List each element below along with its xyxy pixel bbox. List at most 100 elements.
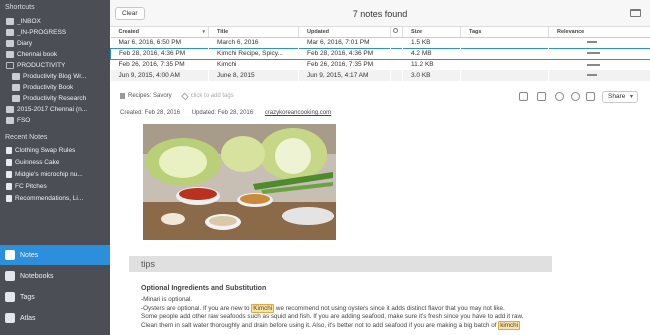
shortcuts-list: _INBOX _IN-PROGRESS Diary Chennai book PRODU…	[0, 16, 110, 126]
note-icon	[6, 194, 12, 202]
shortcut-label: _IN-PROGRESS	[17, 29, 67, 36]
shortcut-item[interactable]: Productivity Book	[0, 82, 110, 93]
cell-tags	[460, 37, 549, 48]
cell-sync	[390, 37, 403, 48]
cell-title: June 8, 2015	[208, 70, 299, 81]
chat-icon[interactable]	[537, 92, 546, 101]
cell-updated: Mar 6, 2016, 7:01 PM	[298, 37, 391, 48]
shortcut-item[interactable]: Diary	[0, 38, 110, 49]
cell-tags	[460, 47, 549, 60]
cell-title: Kimchi	[208, 59, 299, 70]
trash-icon[interactable]	[586, 92, 595, 101]
relevance-bar	[587, 52, 600, 55]
search-highlight: kimchi	[498, 321, 521, 331]
shortcut-item[interactable]: Productivity Research	[0, 93, 110, 104]
shortcut-label: PRODUCTIVITY	[17, 62, 66, 69]
shortcut-label: _INBOX	[17, 18, 41, 25]
nav-tags[interactable]: Tags	[0, 287, 110, 307]
recent-note-item[interactable]: Midgie's microchip nu...	[0, 168, 110, 180]
recent-note-item[interactable]: Clothing Swap Rules	[0, 144, 110, 156]
recent-note-item[interactable]: Recommendations, Li...	[0, 192, 110, 204]
relevance-bar	[587, 74, 597, 77]
column-created[interactable]: Created ▾	[110, 27, 209, 38]
shortcut-item[interactable]: Chennai book	[0, 49, 110, 60]
content-line: -Oysters are optional. If you are new to…	[141, 303, 505, 313]
column-relevance[interactable]: Relevance	[548, 27, 650, 38]
table-row[interactable]: Feb 26, 2016, 7:35 PM Kimchi Feb 26, 2016,…	[110, 59, 650, 70]
shortcuts-heading: Shortcuts	[5, 4, 35, 11]
shortcut-label: Productivity Research	[23, 95, 87, 102]
cell-updated: Jun 9, 2015, 4:17 AM	[298, 70, 391, 81]
view-toggle-icon[interactable]	[630, 9, 641, 17]
table-row[interactable]: Jun 9, 2015, 4:00 AM June 8, 2015 Jun 9, 2…	[110, 70, 650, 81]
notebook-icon	[6, 40, 14, 47]
note-body[interactable]: Optional Ingredients and Substitution -M…	[141, 285, 581, 331]
source-url-link[interactable]: crazykoreancooking.com	[265, 110, 331, 116]
shortcut-item[interactable]: Productivity Blog Wr...	[0, 71, 110, 82]
shortcut-label: Productivity Book	[23, 84, 74, 91]
nav-label: Tags	[20, 293, 35, 301]
nav-notebooks[interactable]: Notebooks	[0, 266, 110, 286]
relevance-bar	[587, 63, 600, 66]
presentation-icon[interactable]	[555, 92, 564, 101]
column-updated[interactable]: Updated	[298, 27, 391, 38]
nav-atlas[interactable]: Atlas	[0, 308, 110, 328]
add-tags-field[interactable]: click to add tags	[191, 93, 234, 99]
shortcut-item[interactable]: _IN-PROGRESS	[0, 27, 110, 38]
nav-notes[interactable]: Notes	[0, 245, 110, 265]
recent-note-item[interactable]: Guinness Cake	[0, 156, 110, 168]
shortcut-label: Diary	[17, 40, 33, 47]
cell-sync	[390, 59, 403, 70]
nav-label: Notes	[20, 251, 39, 259]
shortcut-label: Chennai book	[17, 51, 58, 58]
note-icon	[6, 158, 12, 166]
column-tags[interactable]: Tags	[460, 27, 549, 38]
shortcut-item[interactable]: FSO	[0, 115, 110, 126]
content-line: -Minari is optional.	[141, 295, 193, 303]
note-icon	[6, 146, 12, 154]
column-sync[interactable]	[390, 27, 403, 38]
recent-note-label: Clothing Swap Rules	[15, 146, 76, 154]
column-size[interactable]: Size	[402, 27, 461, 38]
cell-title: Kimchi Recipe, Spicy...	[208, 47, 299, 60]
tag-icon	[180, 92, 189, 100]
shortcut-label: Productivity Blog Wr...	[23, 73, 87, 80]
recent-note-label: Midgie's microchip nu...	[15, 170, 83, 178]
notebook-icon	[6, 117, 14, 124]
share-button[interactable]: Share	[602, 91, 638, 103]
shortcut-item[interactable]: _INBOX	[0, 16, 110, 27]
shortcut-label: 2015-2017 Chennai (n...	[17, 106, 88, 113]
content-line: Clean them in salt water thoroughly and …	[141, 321, 521, 331]
table-row[interactable]: Mar 6, 2016, 6:50 PM March 6, 2016 Mar 6, …	[110, 37, 650, 48]
tag-icon	[5, 292, 15, 302]
nav-label: Atlas	[20, 314, 36, 322]
table-row[interactable]: Feb 28, 2016, 4:36 PM Kimchi Recipe, Spic…	[110, 47, 650, 60]
notebook-icon	[6, 18, 14, 25]
recent-note-label: Recommendations, Li...	[15, 194, 84, 202]
cell-size: 11.2 KB	[402, 59, 461, 70]
shortcut-item[interactable]: PRODUCTIVITY	[0, 60, 110, 71]
reminder-icon[interactable]	[519, 92, 528, 101]
info-icon[interactable]	[571, 92, 580, 101]
search-highlight: Kimchi	[251, 303, 275, 313]
notebook-icon	[6, 29, 14, 36]
shortcut-item[interactable]: 2015-2017 Chennai (n...	[0, 104, 110, 115]
recent-notes-heading: Recent Notes	[5, 134, 48, 141]
notebook-icon	[12, 84, 20, 91]
column-title[interactable]: Title	[208, 27, 299, 38]
cell-relevance	[548, 47, 650, 60]
recent-notes-list: Clothing Swap Rules Guinness Cake Midgie's…	[0, 144, 110, 204]
cell-created: Feb 28, 2016, 4:36 PM	[110, 47, 209, 60]
tips-section-header: tips	[129, 256, 552, 272]
cell-title: March 6, 2016	[208, 37, 299, 48]
recent-note-label: FC Pitches	[15, 182, 47, 190]
recent-note-item[interactable]: FC Pitches	[0, 180, 110, 192]
search-results-bar: Clear 7 notes found	[110, 0, 650, 27]
notebook-icon	[6, 106, 14, 113]
updated-date: Updated: Feb 28, 2016	[191, 110, 254, 116]
cell-size: 3.0 KB	[402, 70, 461, 81]
cell-sync	[390, 70, 403, 81]
note-notebook[interactable]: Recipes: Savory	[128, 93, 172, 99]
cell-created: Jun 9, 2015, 4:00 AM	[110, 70, 209, 81]
cell-created: Feb 26, 2016, 7:35 PM	[110, 59, 209, 70]
